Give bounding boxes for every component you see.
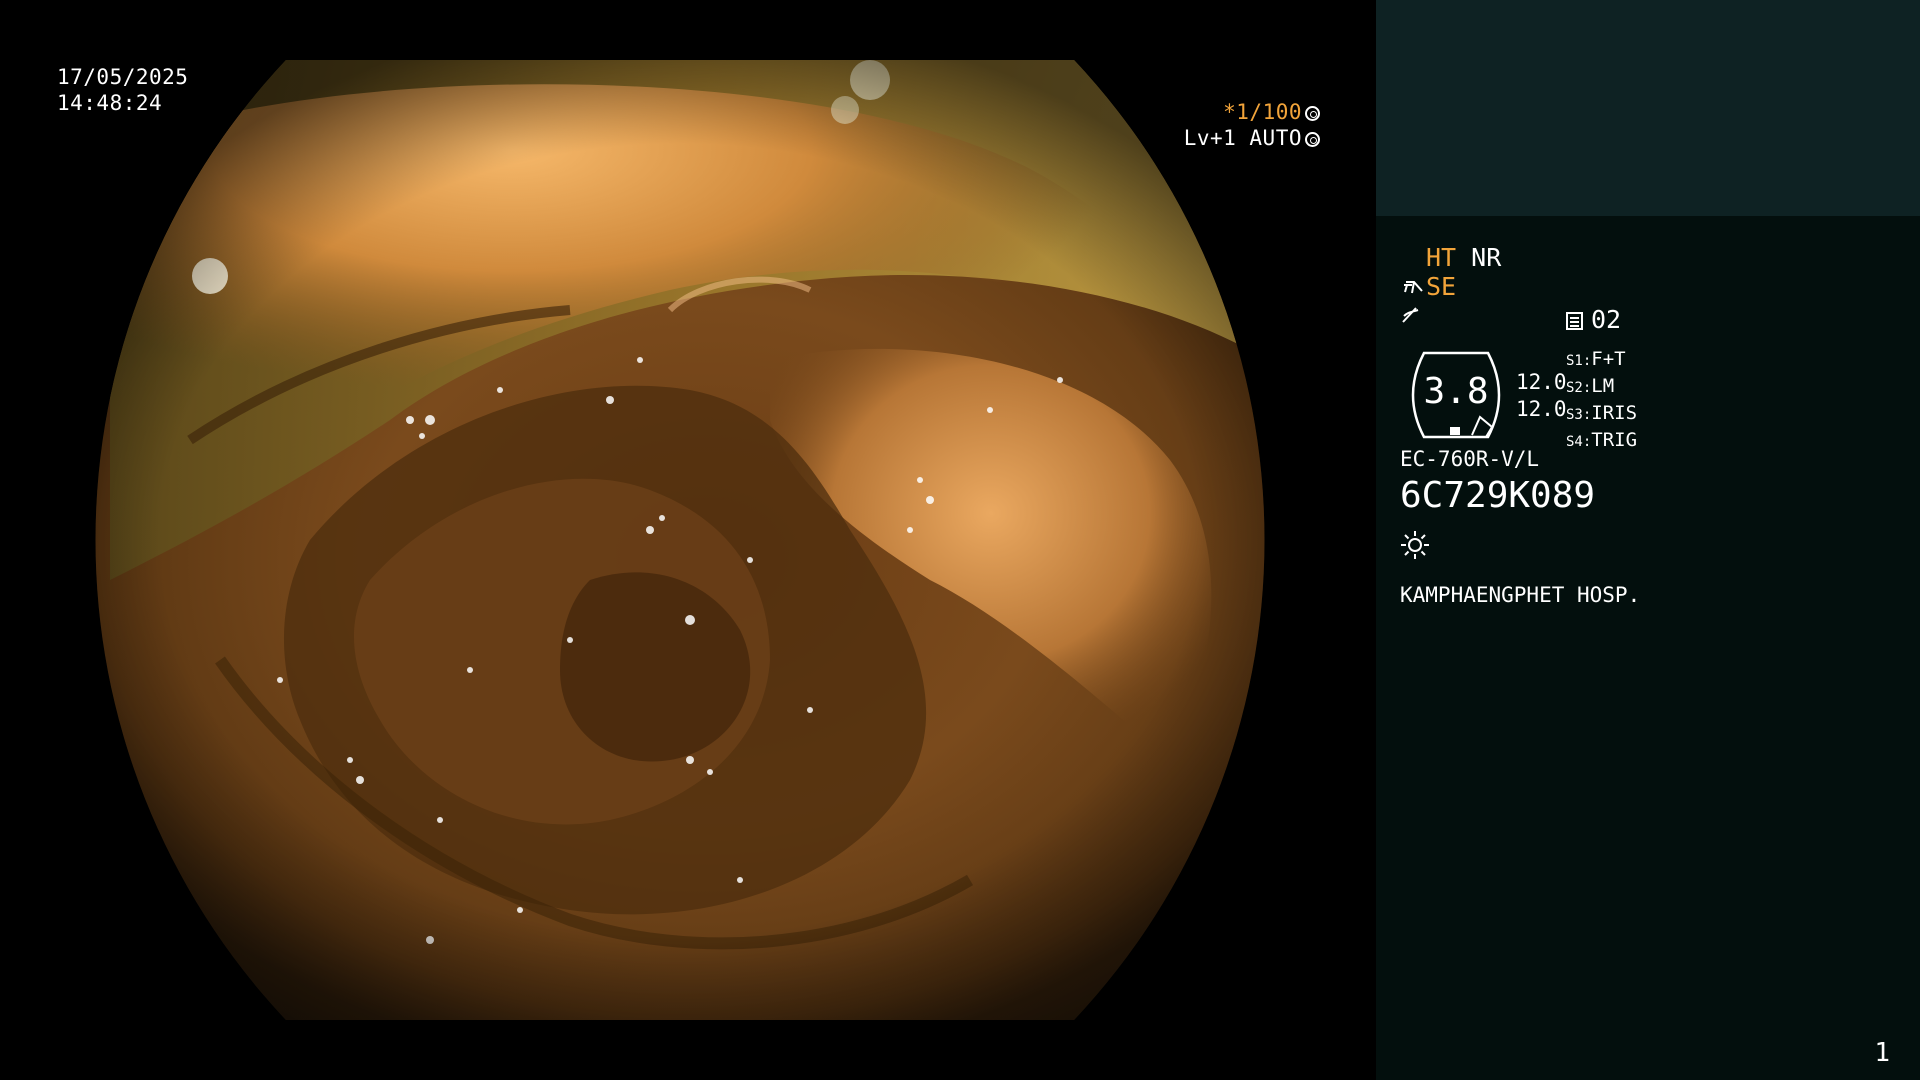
camera-icon	[1404, 281, 1423, 294]
switch-value: TRIG	[1591, 429, 1638, 451]
switch-key: S4:	[1566, 434, 1592, 450]
switch-row: S1:F+T	[1566, 347, 1637, 374]
hospital-name: KAMPHAENGPHET HOSP.	[1400, 583, 1641, 607]
mode-ht: HT	[1426, 243, 1457, 272]
scope-serial-number: 6C729K089	[1400, 475, 1596, 516]
endoscopic-image	[95, 60, 1265, 1020]
sun-icon	[1401, 531, 1429, 559]
page-number: 1	[1874, 1038, 1890, 1068]
mode-line-se: SE	[1426, 272, 1456, 301]
switch-assignments: S1:F+T S2:LM S3:IRIS S4:TRIG	[1566, 347, 1637, 455]
switch-value: F+T	[1591, 348, 1626, 370]
switch-key: S2:	[1566, 380, 1592, 396]
switch-row: S4:TRIG	[1566, 428, 1637, 455]
switch-row: S2:LM	[1566, 374, 1637, 401]
param-value-a: 12.0	[1516, 370, 1567, 394]
memo-count: 02	[1591, 305, 1622, 334]
mode-se: SE	[1426, 272, 1457, 301]
date-time-overlay: 17/05/2025 14:48:24	[57, 64, 188, 116]
slash-icon	[1402, 307, 1419, 323]
status-panel: HT NR SE 02 3.8 12.0 12.0 S1:F+T S2:LM S…	[1376, 0, 1920, 1080]
switch-row: S3:IRIS	[1566, 401, 1637, 428]
zoom-value: 3.8	[1423, 371, 1489, 412]
shutter-line: *1/100	[1184, 99, 1320, 125]
switch-value: IRIS	[1591, 402, 1638, 424]
exposure-level: Lv+1 AUTO	[1183, 126, 1302, 150]
switch-value: LM	[1591, 375, 1615, 397]
switch-key: S1:	[1566, 353, 1592, 369]
shutter-speed: *1/100	[1223, 100, 1302, 124]
switch-key: S3:	[1566, 407, 1592, 423]
shutter-icon	[1305, 106, 1320, 121]
status-panel-header	[1376, 0, 1920, 216]
exposure-overlay: *1/100 Lv+1 AUTO	[1184, 99, 1320, 151]
mode-nr: NR	[1471, 243, 1502, 272]
time-text: 14:48:24	[57, 91, 163, 115]
memo-icon	[1566, 312, 1583, 330]
param-value-b: 12.0	[1516, 397, 1567, 421]
date-text: 17/05/2025	[57, 65, 189, 89]
endoscope-video-area: 17/05/2025 14:48:24 *1/100 Lv+1 AUTO	[0, 0, 1376, 1080]
scope-model: EC-760R-V/L	[1400, 447, 1540, 471]
auto-exposure-icon	[1305, 132, 1320, 147]
mode-line-ht-nr: HT NR	[1426, 243, 1501, 272]
exposure-line: Lv+1 AUTO	[1184, 125, 1320, 151]
memo-counter: 02	[1566, 305, 1621, 334]
